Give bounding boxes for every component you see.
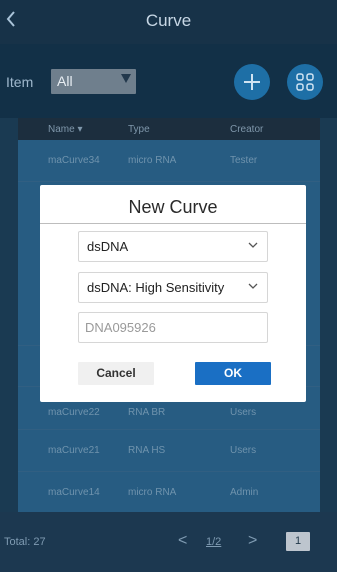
- chevron-down-icon: [248, 242, 258, 248]
- curve-type-select[interactable]: dsDNA: [78, 231, 268, 262]
- kit-value: dsDNA: High Sensitivity: [87, 280, 225, 295]
- dialog-divider: [40, 223, 306, 224]
- chevron-down-icon: [248, 283, 258, 289]
- cancel-button[interactable]: Cancel: [78, 362, 154, 385]
- ok-button[interactable]: OK: [195, 362, 271, 385]
- dialog-title: New Curve: [128, 197, 218, 217]
- curve-name-input[interactable]: [85, 318, 259, 336]
- curve-type-value: dsDNA: [87, 239, 129, 254]
- curve-name-field[interactable]: [78, 312, 268, 343]
- kit-select[interactable]: dsDNA: High Sensitivity: [78, 272, 268, 303]
- new-curve-dialog: New Curve dsDNA dsDNA: High Sensitivity …: [40, 185, 306, 402]
- modal-overlay: New Curve dsDNA dsDNA: High Sensitivity …: [0, 0, 337, 572]
